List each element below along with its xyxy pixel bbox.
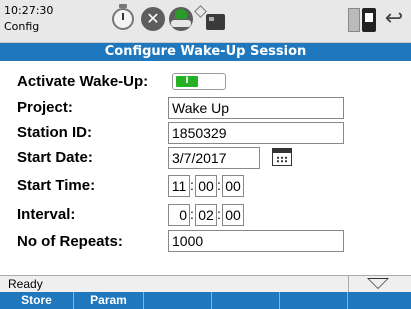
repeats-label: No of Repeats: bbox=[17, 233, 123, 250]
activate-wakeup-toggle[interactable]: I bbox=[172, 73, 226, 90]
pin-icon bbox=[194, 5, 207, 18]
station-id-input[interactable]: 1850329 bbox=[168, 122, 344, 144]
project-label: Project: bbox=[17, 99, 73, 116]
calendar-icon[interactable] bbox=[272, 148, 292, 166]
status-bar: Ready bbox=[0, 275, 411, 293]
start-time-seconds[interactable]: 00 bbox=[222, 175, 244, 197]
activate-wakeup-label: Activate Wake-Up: bbox=[17, 73, 149, 90]
page-title: Configure Wake-Up Session bbox=[0, 43, 411, 61]
status-divider bbox=[348, 276, 349, 293]
repeats-input[interactable]: 1000 bbox=[168, 230, 344, 252]
status-text: Ready bbox=[8, 277, 43, 291]
interval-picker: 0 : 02 : 00 bbox=[168, 204, 246, 226]
start-time-hours[interactable]: 11 bbox=[168, 175, 190, 197]
start-date-label: Start Date: bbox=[17, 149, 93, 166]
clock: 10:27:30 bbox=[4, 4, 54, 17]
softkey-4[interactable] bbox=[212, 292, 280, 309]
back-arrow-icon[interactable]: ↩ bbox=[381, 8, 407, 30]
param-button[interactable]: Param bbox=[74, 292, 144, 309]
screen-name: Config bbox=[4, 20, 40, 33]
station-id-label: Station ID: bbox=[17, 124, 92, 141]
close-icon[interactable]: ✕ bbox=[141, 7, 165, 31]
status-header: 10:27:30 Config ✕ ↩ bbox=[0, 0, 411, 43]
start-time-picker: 11 : 00 : 00 bbox=[168, 175, 246, 197]
battery-icon bbox=[362, 8, 376, 32]
timer-icon[interactable] bbox=[112, 4, 134, 30]
toggle-knob: I bbox=[176, 76, 198, 87]
menu-dropdown-icon[interactable] bbox=[367, 278, 389, 289]
start-time-minutes[interactable]: 00 bbox=[195, 175, 217, 197]
softkey-bar: Store Param bbox=[0, 292, 411, 309]
softkey-6[interactable] bbox=[348, 292, 411, 309]
start-time-label: Start Time: bbox=[17, 177, 96, 194]
store-button[interactable]: Store bbox=[0, 292, 74, 309]
interval-seconds[interactable]: 00 bbox=[222, 204, 244, 226]
interval-hours[interactable]: 0 bbox=[168, 204, 190, 226]
interval-label: Interval: bbox=[17, 206, 76, 223]
sd-card-icon bbox=[348, 8, 360, 32]
card-icon[interactable] bbox=[206, 14, 225, 30]
project-input[interactable]: Wake Up bbox=[168, 97, 344, 119]
globe-icon[interactable] bbox=[169, 7, 193, 31]
interval-minutes[interactable]: 02 bbox=[195, 204, 217, 226]
softkey-5[interactable] bbox=[280, 292, 348, 309]
softkey-3[interactable] bbox=[144, 292, 212, 309]
start-date-input[interactable]: 3/7/2017 bbox=[168, 147, 260, 169]
